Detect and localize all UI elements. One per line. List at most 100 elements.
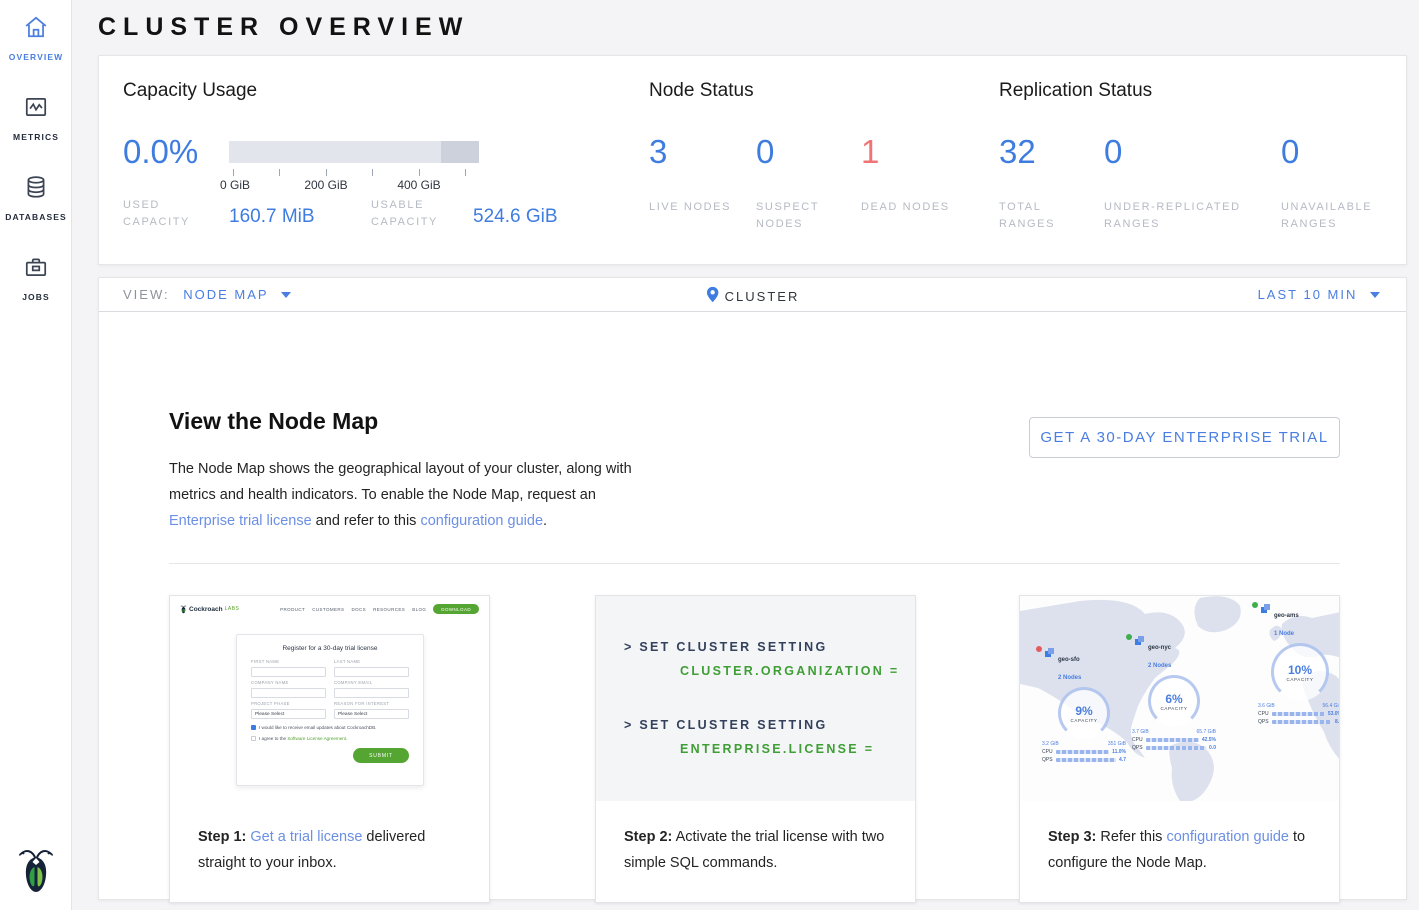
trial-license-site-preview: Cockroach LABS PRODUCT CUSTOMERS DOCS RE… bbox=[170, 596, 489, 801]
email-updates-checkbox-label: I would like to receive email updates ab… bbox=[259, 725, 376, 730]
locality-geo-ams: geo-ams 1 Node 10% CAPACITY 3.6 GiB 56.4 G… bbox=[1252, 604, 1339, 725]
step-2-card: > SET CLUSTER SETTING CLUSTER.ORGANIZATI… bbox=[595, 595, 916, 903]
qps-label: QPS bbox=[1132, 745, 1143, 751]
field-label: COMPANY NAME bbox=[251, 680, 326, 685]
capacity-high: 65.7 GiB bbox=[1197, 729, 1216, 735]
cockroach-labs-logo bbox=[0, 846, 72, 896]
capacity-usage-title: Capacity Usage bbox=[123, 80, 257, 102]
enterprise-trial-button[interactable]: GET A 30-DAY ENTERPRISE TRIAL bbox=[1029, 417, 1340, 458]
field-label: FIRST NAME bbox=[251, 659, 326, 664]
locality-node-count: 2 Nodes bbox=[1148, 663, 1171, 669]
get-trial-license-link[interactable]: Get a trial license bbox=[250, 829, 362, 845]
capacity-gauge-dark-segment bbox=[441, 141, 479, 163]
sidebar-item-overview[interactable]: OVERVIEW bbox=[0, 0, 72, 80]
unavailable-ranges-metric: 0 UNAVAILABLE RANGES bbox=[1281, 133, 1373, 233]
company-name-field bbox=[251, 688, 326, 698]
node-map-panel: VIEW: NODE MAP CLUSTER LAST 10 MIN View bbox=[98, 277, 1407, 900]
reason-for-interest-select: Please Select bbox=[334, 709, 409, 719]
sidebar-item-metrics[interactable]: METRICS bbox=[0, 80, 72, 160]
cpu-bar bbox=[1146, 738, 1199, 742]
step-2-caption: Step 2: Activate the trial license with … bbox=[596, 824, 915, 876]
gauge-tick-label: 400 GiB bbox=[397, 178, 440, 192]
first-name-field bbox=[251, 667, 326, 677]
cluster-label: CLUSTER bbox=[725, 289, 800, 304]
sidebar-item-label: METRICS bbox=[13, 132, 59, 142]
view-selector[interactable]: NODE MAP bbox=[183, 287, 268, 302]
step-3-card: geo-sfo2 Nodes 9% CAPACITY 3.2 GiB351 Gi… bbox=[1019, 595, 1340, 903]
download-button: DOWNLOAD bbox=[433, 604, 479, 614]
sql-line: ENTERPRISE.LICENSE = bbox=[680, 742, 874, 756]
configuration-guide-link[interactable]: configuration guide bbox=[420, 513, 543, 529]
capacity-percent: 10% bbox=[1288, 663, 1312, 677]
usable-capacity-value: 524.6 GiB bbox=[473, 206, 558, 228]
total-ranges-label: TOTAL RANGES bbox=[999, 199, 1091, 233]
capacity-label: CAPACITY bbox=[1071, 718, 1098, 723]
suspect-nodes-value: 0 bbox=[756, 133, 774, 170]
qps-label: QPS bbox=[1258, 719, 1269, 725]
sql-line: CLUSTER.ORGANIZATION = bbox=[680, 664, 899, 678]
view-bar: VIEW: NODE MAP CLUSTER LAST 10 MIN bbox=[99, 278, 1406, 312]
node-cube-icon bbox=[1261, 604, 1271, 614]
main-area: CLUSTER OVERVIEW Capacity Usage 0.0% 0 G… bbox=[72, 0, 1419, 910]
sidebar-item-label: DATABASES bbox=[5, 212, 67, 222]
configuration-guide-link[interactable]: configuration guide bbox=[1166, 829, 1289, 845]
nav-blog: BLOG bbox=[412, 607, 426, 612]
node-map-description: The Node Map shows the geographical layo… bbox=[169, 456, 639, 534]
checkbox-checked-icon bbox=[251, 725, 256, 730]
sidebar-item-label: JOBS bbox=[22, 292, 50, 302]
locality-node-count: 1 Node bbox=[1274, 631, 1294, 637]
capacity-label: CAPACITY bbox=[1287, 677, 1314, 682]
sql-line: > SET CLUSTER SETTING bbox=[624, 640, 828, 654]
cluster-summary-panel: Capacity Usage 0.0% 0 GiB 200 GiB 400 Gi… bbox=[98, 55, 1407, 265]
sidebar-item-label: OVERVIEW bbox=[9, 52, 63, 62]
nav-customers: CUSTOMERS bbox=[312, 607, 344, 612]
locality-name: geo-ams bbox=[1274, 613, 1299, 619]
agree-checkbox-label: I agree to the bbox=[259, 736, 287, 741]
time-range-selector[interactable]: LAST 10 MIN bbox=[1258, 287, 1380, 302]
sql-code-preview: > SET CLUSTER SETTING CLUSTER.ORGANIZATI… bbox=[596, 596, 915, 801]
unavailable-ranges-label: UNAVAILABLE RANGES bbox=[1281, 199, 1373, 233]
mini-site-nav: PRODUCT CUSTOMERS DOCS RESOURCES BLOG DO… bbox=[280, 604, 479, 614]
capacity-percent: 9% bbox=[1075, 704, 1092, 718]
gauge-tick bbox=[419, 169, 420, 176]
form-title: Register for a 30-day trial license bbox=[251, 645, 409, 652]
capacity-ring: 10% CAPACITY bbox=[1271, 643, 1329, 701]
chevron-down-icon[interactable] bbox=[281, 292, 291, 298]
capacity-label: CAPACITY bbox=[1161, 706, 1188, 711]
node-map-preview: geo-sfo2 Nodes 9% CAPACITY 3.2 GiB351 Gi… bbox=[1020, 596, 1339, 801]
step-number: Step 1: bbox=[198, 829, 246, 845]
cpu-value: 11.0% bbox=[1112, 749, 1126, 755]
used-capacity-label: USED CAPACITY bbox=[123, 197, 203, 231]
used-capacity-value: 160.7 MiB bbox=[229, 206, 315, 228]
caption-text: Refer this bbox=[1096, 829, 1166, 845]
enterprise-trial-license-link[interactable]: Enterprise trial license bbox=[169, 513, 312, 529]
step-1-card: Cockroach LABS PRODUCT CUSTOMERS DOCS RE… bbox=[169, 595, 490, 903]
cpu-value: 42.5% bbox=[1202, 737, 1216, 743]
live-nodes-value: 3 bbox=[649, 133, 667, 170]
replication-status-title: Replication Status bbox=[999, 80, 1152, 102]
node-cube-icon bbox=[1045, 648, 1055, 658]
step-1-caption: Step 1: Get a trial license delivered st… bbox=[170, 824, 489, 876]
dead-node-dot bbox=[1036, 646, 1042, 652]
gauge-tick bbox=[233, 169, 234, 176]
qps-value: 0.0 bbox=[1209, 745, 1216, 751]
gauge-tick-label: 0 GiB bbox=[220, 178, 250, 192]
capacity-low: 3.6 GiB bbox=[1258, 703, 1275, 709]
capacity-low: 3.2 GiB bbox=[1042, 741, 1059, 747]
metrics-chart-icon bbox=[23, 94, 49, 125]
page-title: CLUSTER OVERVIEW bbox=[98, 13, 469, 42]
capacity-high: 56.4 GiB bbox=[1323, 703, 1339, 709]
node-status-title: Node Status bbox=[649, 80, 754, 102]
description-text: and refer to this bbox=[312, 513, 421, 529]
project-phase-select: Please Select bbox=[251, 709, 326, 719]
qps-bar bbox=[1056, 758, 1116, 762]
locality-geo-nyc: geo-nyc2 Nodes 6% CAPACITY 3.7 GiB65.7 G… bbox=[1126, 636, 1222, 751]
gauge-tick bbox=[279, 169, 280, 176]
capacity-used-percent: 0.0% bbox=[123, 133, 198, 171]
gauge-tick bbox=[465, 169, 466, 176]
live-node-dot bbox=[1126, 634, 1132, 640]
sidebar-item-jobs[interactable]: JOBS bbox=[0, 240, 72, 320]
field-label: LAST NAME bbox=[334, 659, 409, 664]
dead-nodes-metric: 1 DEAD NODES bbox=[861, 133, 953, 216]
sidebar-item-databases[interactable]: DATABASES bbox=[0, 160, 72, 240]
